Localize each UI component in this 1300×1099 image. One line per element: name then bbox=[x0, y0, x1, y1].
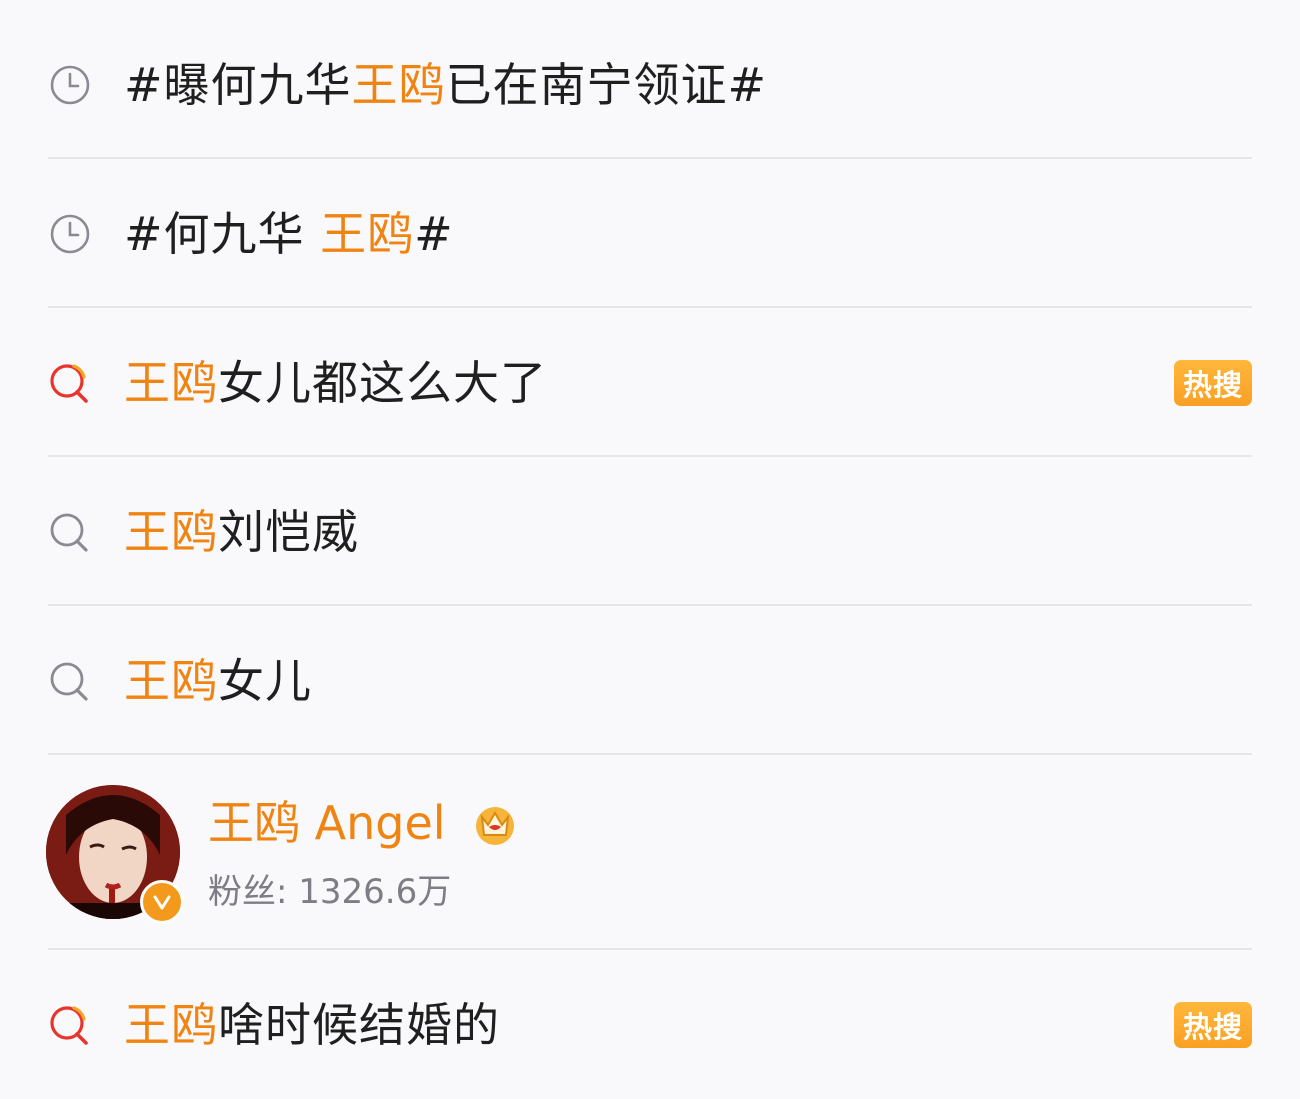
user-name: 王鸥 Angel bbox=[208, 796, 446, 850]
history-item-label: #何九华 王鸥# bbox=[124, 206, 454, 261]
search-suggestion-list: #曝何九华王鸥已在南宁领证# #何九华 王鸥# 王鸥女儿都这么大了 热搜 王鸥刘… bbox=[0, 0, 1300, 1098]
suggestion-item[interactable]: 王鸥女儿 bbox=[0, 606, 1300, 755]
suggestion-label: 王鸥啥时候结婚的 bbox=[124, 997, 500, 1052]
history-item-label: #曝何九华王鸥已在南宁领证# bbox=[124, 57, 768, 112]
crown-icon bbox=[472, 801, 518, 847]
suggestion-label: 王鸥刘恺威 bbox=[124, 504, 359, 559]
hot-badge: 热搜 bbox=[1174, 1001, 1252, 1048]
follower-count: 粉丝: 1326.6万 bbox=[208, 872, 452, 912]
clock-icon bbox=[46, 61, 94, 109]
hot-badge: 热搜 bbox=[1174, 359, 1252, 406]
hot-suggestion-item[interactable]: 王鸥女儿都这么大了 热搜 bbox=[0, 308, 1300, 457]
history-item[interactable]: #曝何九华王鸥已在南宁领证# bbox=[0, 10, 1300, 159]
history-item[interactable]: #何九华 王鸥# bbox=[0, 159, 1300, 308]
search-icon bbox=[46, 508, 94, 556]
user-result-item[interactable]: 王鸥 Angel 粉丝: 1326.6万 bbox=[0, 755, 1300, 950]
suggestion-label: 王鸥女儿 bbox=[124, 653, 312, 708]
hot-search-icon bbox=[46, 359, 94, 407]
search-icon bbox=[46, 657, 94, 705]
verified-v-icon bbox=[140, 880, 184, 924]
hot-search-icon bbox=[46, 1001, 94, 1049]
clock-icon bbox=[46, 210, 94, 258]
hot-suggestion-item[interactable]: 王鸥啥时候结婚的 热搜 bbox=[0, 950, 1300, 1099]
suggestion-item[interactable]: 王鸥刘恺威 bbox=[0, 457, 1300, 606]
suggestion-label: 王鸥女儿都这么大了 bbox=[124, 355, 547, 410]
